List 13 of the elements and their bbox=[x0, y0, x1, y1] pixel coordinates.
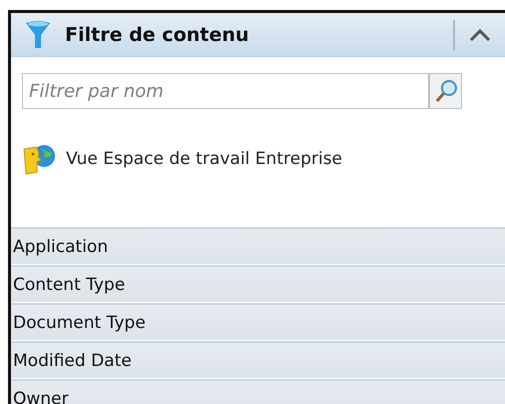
category-header[interactable]: Modified Date bbox=[11, 341, 505, 379]
chevron-icon bbox=[469, 28, 491, 42]
panel-title: Filtre de contenu bbox=[65, 24, 250, 46]
search-button[interactable] bbox=[428, 73, 462, 109]
category-header[interactable]: Document Type bbox=[11, 303, 505, 341]
funnel-icon bbox=[25, 20, 51, 50]
search-field[interactable]: Filtrer par nom bbox=[22, 73, 428, 109]
view-item[interactable]: Vue Espace de travail Entreprise bbox=[66, 149, 342, 169]
category-header[interactable]: Application bbox=[11, 227, 505, 265]
category-header[interactable]: Owner bbox=[11, 379, 505, 404]
search-icon bbox=[434, 79, 458, 103]
category-header[interactable]: Content Type bbox=[11, 265, 505, 303]
workspace-icon bbox=[22, 143, 56, 175]
